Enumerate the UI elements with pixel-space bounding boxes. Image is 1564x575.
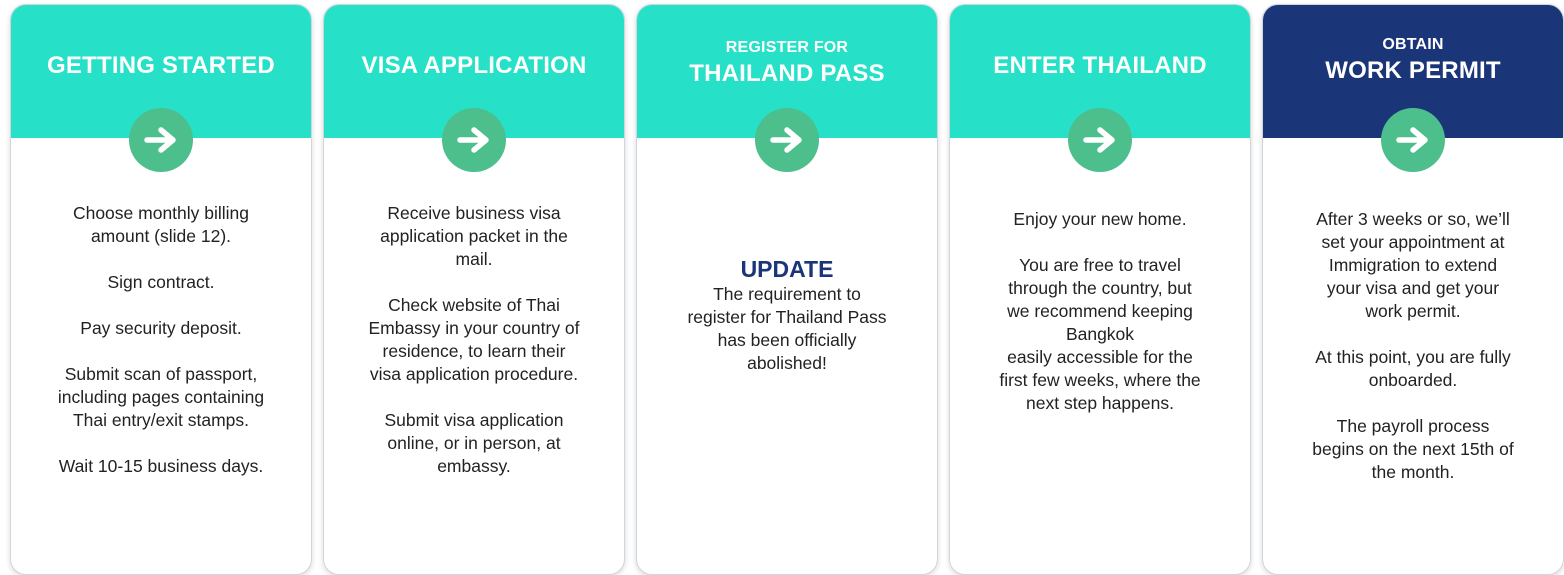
body-paragraph: Choose monthly billing amount (slide 12)…	[17, 202, 305, 248]
text-line: Check website of Thai	[388, 295, 560, 315]
text-line: we recommend keeping	[1007, 301, 1193, 321]
update-heading: UPDATE	[740, 256, 834, 282]
text-line: Submit visa application	[384, 410, 564, 430]
text-line: register for Thailand Pass	[687, 307, 887, 327]
text-line: easily accessible for the	[1007, 347, 1193, 367]
text-line: work permit.	[1365, 301, 1461, 321]
card-body: Enjoy your new home. You are free to tra…	[956, 208, 1244, 438]
text-line: After 3 weeks or so, we’ll	[1316, 209, 1510, 229]
text-line: begins on the next 15th of	[1312, 439, 1514, 459]
body-paragraph: Sign contract.	[17, 271, 305, 294]
body-paragraph: Wait 10-15 business days.	[17, 455, 305, 478]
text-line: visa application procedure.	[369, 364, 579, 384]
body-paragraph: Enjoy your new home.	[956, 208, 1244, 231]
step-card-visa-application: VISA APPLICATION Receive business visa a…	[323, 4, 625, 575]
text-line: online, or in person, at	[387, 433, 561, 453]
card-body: UPDATE The requirement to register for T…	[643, 255, 931, 398]
text-line: through the country, but	[1008, 278, 1192, 298]
body-paragraph: Pay security deposit.	[17, 317, 305, 340]
card-body: Receive business visa application packet…	[330, 202, 618, 501]
text-line: Wait 10-15 business days.	[58, 456, 264, 476]
text-line: mail.	[455, 249, 493, 269]
text-line: Thai entry/exit stamps.	[72, 410, 250, 430]
text-line: first few weeks, where the	[999, 370, 1201, 390]
card-title: VISA APPLICATION	[361, 52, 587, 79]
step-card-thailand-pass: REGISTER FOR THAILAND PASS UPDATE The re…	[636, 4, 938, 575]
arrow-right-icon	[129, 108, 193, 172]
text-line: next step happens.	[1026, 393, 1174, 413]
step-card-work-permit: OBTAIN WORK PERMIT After 3 weeks or so, …	[1262, 4, 1564, 575]
text-line: Receive business visa	[387, 203, 561, 223]
text-line: Bangkok	[1065, 324, 1135, 344]
text-line: has been officially	[717, 330, 857, 350]
text-line: the month.	[1371, 462, 1455, 482]
body-paragraph: At this point, you are fully onboarded.	[1269, 346, 1557, 392]
step-card-enter-thailand: ENTER THAILAND Enjoy your new home. You …	[949, 4, 1251, 575]
card-title: WORK PERMIT	[1325, 57, 1501, 84]
arrow-right-icon	[755, 108, 819, 172]
text-line: Submit scan of passport,	[64, 364, 258, 384]
card-body: After 3 weeks or so, we’ll set your appo…	[1269, 208, 1557, 507]
text-line: onboarded.	[1368, 370, 1458, 390]
text-line: set your appointment at	[1321, 232, 1505, 252]
text-line: Sign contract.	[107, 272, 215, 292]
text-line: your visa and get your	[1326, 278, 1500, 298]
text-line: amount (slide 12).	[90, 226, 232, 246]
body-paragraph: The requirement to register for Thailand…	[643, 283, 931, 375]
body-paragraph: Submit scan of passport, including pages…	[17, 363, 305, 432]
text-line: abolished!	[747, 353, 827, 373]
text-line: including pages containing	[57, 387, 265, 407]
text-line: Pay security deposit.	[80, 318, 242, 338]
body-paragraph: The payroll process begins on the next 1…	[1269, 415, 1557, 484]
body-paragraph: Submit visa application online, or in pe…	[330, 409, 618, 478]
text-line: The payroll process	[1336, 416, 1490, 436]
text-line: Enjoy your new home.	[1013, 209, 1187, 229]
text-line: residence, to learn their	[382, 341, 566, 361]
text-line: application packet in the	[380, 226, 568, 246]
text-line: You are free to travel	[1019, 255, 1181, 275]
text-line: Choose monthly billing	[72, 203, 250, 223]
body-paragraph: Receive business visa application packet…	[330, 202, 618, 271]
card-title: ENTER THAILAND	[993, 52, 1207, 79]
body-paragraph: You are free to travel through the count…	[956, 254, 1244, 415]
card-title: THAILAND PASS	[689, 60, 885, 87]
step-card-getting-started: GETTING STARTED Choose monthly billing a…	[10, 4, 312, 575]
body-paragraph: After 3 weeks or so, we’ll set your appo…	[1269, 208, 1557, 323]
card-body: Choose monthly billing amount (slide 12)…	[17, 202, 305, 501]
card-title-small: REGISTER FOR	[725, 39, 849, 56]
arrow-right-icon	[1068, 108, 1132, 172]
body-paragraph: Check website of Thai Embassy in your co…	[330, 294, 618, 386]
text-line: embassy.	[437, 456, 511, 476]
text-line: The requirement to	[713, 284, 861, 304]
arrow-right-icon	[442, 108, 506, 172]
text-line: At this point, you are fully	[1315, 347, 1511, 367]
text-line: Embassy in your country of	[368, 318, 580, 338]
card-title: GETTING STARTED	[47, 52, 275, 79]
card-title-small: OBTAIN	[1382, 36, 1444, 53]
arrow-right-icon	[1381, 108, 1445, 172]
text-line: Immigration to extend	[1328, 255, 1498, 275]
